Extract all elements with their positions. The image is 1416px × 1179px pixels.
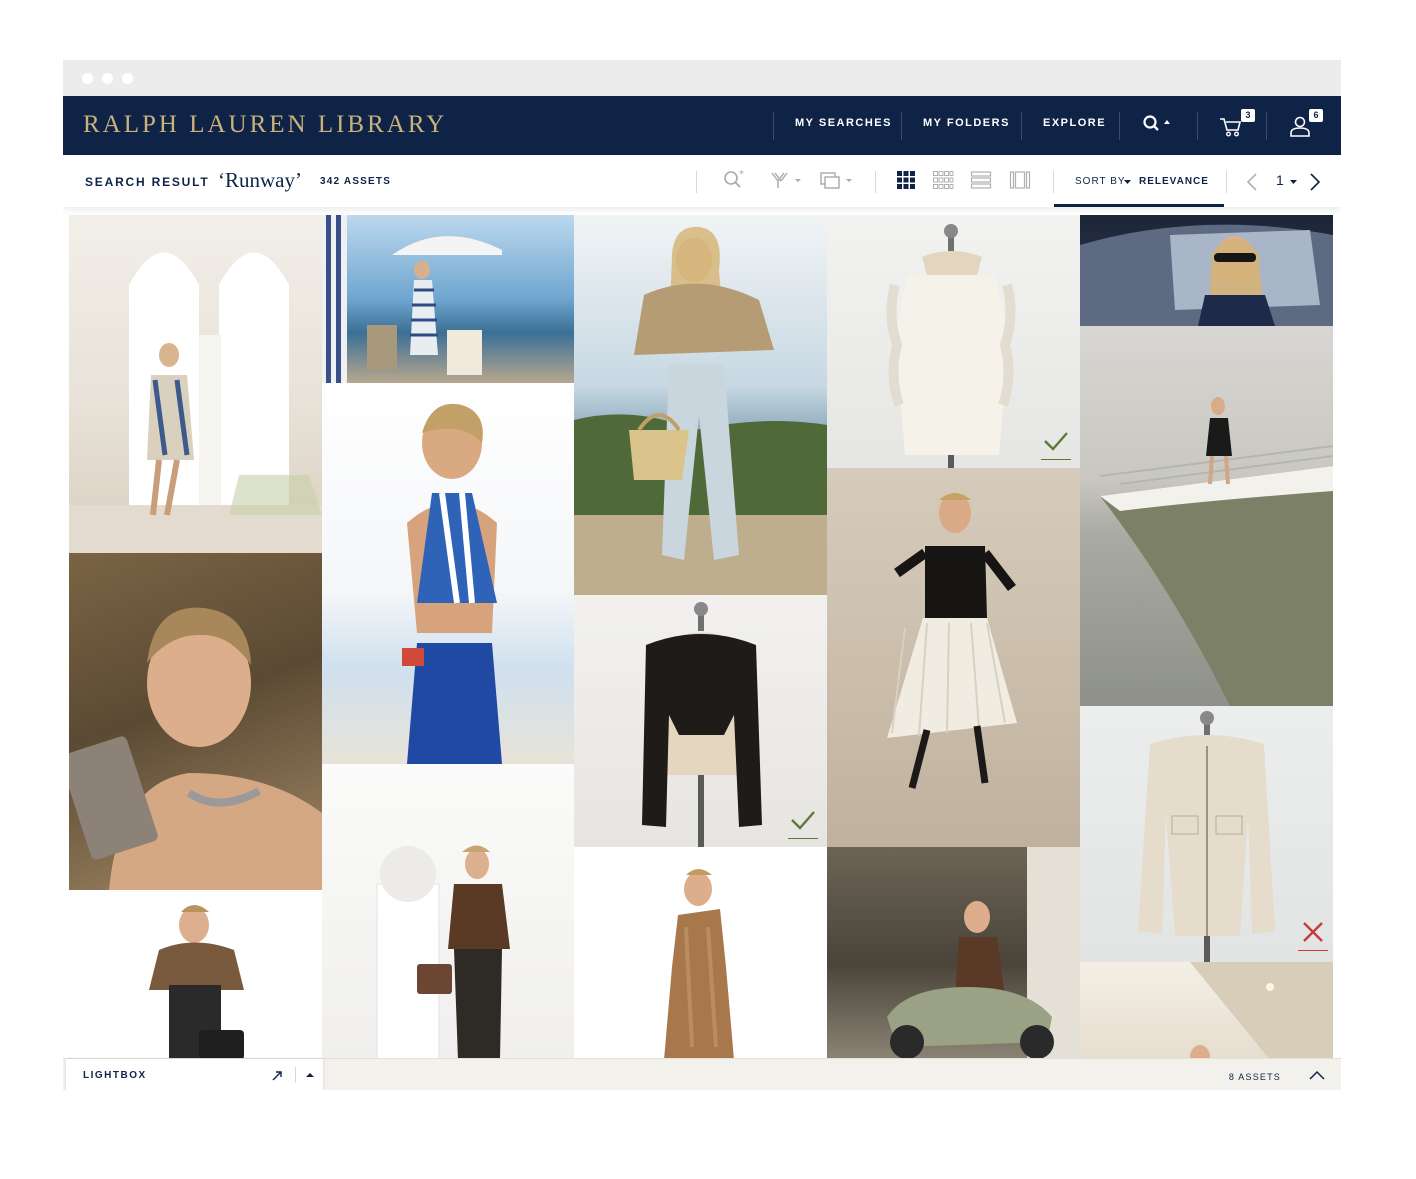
approved-underline (1041, 459, 1071, 460)
result-tile-fur-stole[interactable] (69, 890, 322, 1060)
result-tile-vespa-scooter[interactable] (827, 847, 1080, 1060)
toolbar-divider (696, 171, 697, 193)
scarf-halter-back-image (402, 403, 502, 764)
filter-icon[interactable] (771, 169, 803, 191)
account-button[interactable]: 6 (1289, 109, 1329, 140)
toolbar-divider (875, 171, 876, 193)
nav-divider (1021, 112, 1022, 140)
result-tile-knit-sweater-bag[interactable] (574, 215, 827, 595)
grid-small-view-icon[interactable] (932, 169, 954, 191)
grid-large-view-icon[interactable] (895, 169, 917, 191)
result-tile-black-jacket-dress-form[interactable] (574, 595, 827, 847)
minimize-window-button[interactable] (102, 73, 113, 84)
approved-check-icon[interactable] (788, 807, 818, 839)
list-view-icon[interactable] (970, 169, 992, 191)
lightbox-tab[interactable]: LIGHTBOX (66, 1059, 323, 1090)
vespa-scooter-image (887, 847, 1080, 1060)
sort-value[interactable]: RELEVANCE (1139, 176, 1209, 187)
search-menu-button[interactable] (1141, 113, 1175, 137)
fur-stole-image (149, 905, 244, 1060)
yacht-bow-image (1099, 397, 1333, 706)
satin-gown-image (664, 869, 734, 1060)
result-tile-scarf-halter-back[interactable] (322, 383, 574, 764)
result-tile-arches-woman[interactable] (69, 215, 322, 553)
nav-divider (1266, 112, 1267, 140)
result-tile-pleated-skirt[interactable] (827, 468, 1080, 847)
toolbar-divider (1053, 171, 1054, 193)
window-chrome (63, 60, 1341, 96)
lightbox-title: LIGHTBOX (83, 1070, 147, 1081)
open-external-icon[interactable] (271, 1070, 283, 1082)
rejected-underline (1298, 950, 1328, 951)
result-tile-car-sunglasses[interactable] (1080, 215, 1333, 326)
result-tile-ruffle-blouse[interactable] (827, 215, 1080, 468)
lightbox-divider (295, 1067, 296, 1083)
nav-explore[interactable]: EXPLORE (1043, 117, 1106, 129)
clutch-portrait-image (69, 607, 322, 890)
search-icon (1143, 115, 1170, 131)
maximize-window-button[interactable] (122, 73, 133, 84)
result-tile-leather-jacket[interactable] (322, 764, 574, 1060)
search-query: ‘Runway’ (218, 168, 302, 192)
nav-divider (1197, 112, 1198, 140)
nav-divider (1119, 112, 1120, 140)
cart-button[interactable]: 3 (1218, 109, 1258, 140)
result-tile-beach-cabana[interactable] (322, 215, 574, 383)
approved-check-icon[interactable] (1041, 428, 1071, 460)
car-sunglasses-image (1080, 224, 1333, 326)
next-page-icon[interactable] (1309, 172, 1321, 192)
batch-actions-icon[interactable] (820, 169, 854, 191)
nav-my-searches[interactable]: MY SEARCHES (795, 117, 892, 129)
beach-cabana-image (322, 215, 502, 383)
result-tile-ceiling-light[interactable] (1080, 962, 1333, 1060)
page-number[interactable]: 1 (1276, 172, 1284, 188)
sort-active-indicator (1054, 204, 1224, 207)
cream-jacket-dress-form-image (1138, 711, 1275, 962)
lightbox-bar: LIGHTBOX 8 ASSETS (63, 1058, 1341, 1090)
sort-dropdown-icon[interactable] (1124, 179, 1132, 185)
ceiling-light-image (1190, 962, 1333, 1060)
refine-search-icon[interactable]: * (723, 169, 749, 191)
browser-window: RALPH LAUREN LIBRARY MY SEARCHES MY FOLD… (63, 60, 1341, 1090)
leather-jacket-image (376, 845, 510, 1060)
result-tile-satin-gown[interactable] (574, 847, 827, 1060)
result-tile-cream-jacket-dress-form[interactable] (1080, 706, 1333, 962)
asset-count: 342 ASSETS (320, 176, 392, 187)
chevron-up-icon[interactable] (1309, 1070, 1325, 1080)
result-tile-clutch-portrait[interactable] (69, 553, 322, 890)
page-dropdown-icon[interactable] (1290, 179, 1298, 185)
results-toolbar: SEARCH RESULT ‘Runway’ 342 ASSETS * SORT… (63, 155, 1341, 207)
search-result-label: SEARCH RESULT (85, 175, 210, 189)
nav-my-folders[interactable]: MY FOLDERS (923, 117, 1010, 129)
single-view-icon[interactable] (1009, 169, 1031, 191)
brand-logo[interactable]: RALPH LAUREN LIBRARY (83, 111, 447, 139)
nav-divider (901, 112, 902, 140)
top-navigation: RALPH LAUREN LIBRARY MY SEARCHES MY FOLD… (63, 96, 1341, 155)
results-grid (69, 215, 1333, 1060)
close-window-button[interactable] (82, 73, 93, 84)
rejected-x-icon[interactable] (1298, 919, 1328, 951)
nav-divider (773, 112, 774, 140)
pleated-skirt-image (887, 493, 1017, 789)
account-count-badge: 6 (1309, 109, 1323, 122)
caret-up-icon[interactable] (306, 1072, 315, 1078)
knit-sweater-bag-image (574, 226, 827, 595)
result-tile-yacht-bow[interactable] (1080, 326, 1333, 706)
sort-by-label[interactable]: SORT BY (1075, 176, 1126, 187)
cart-count-badge: 3 (1241, 109, 1255, 122)
previous-page-icon[interactable] (1246, 172, 1258, 192)
approved-underline (788, 838, 818, 839)
lightbox-asset-count: 8 ASSETS (1228, 1072, 1281, 1082)
arches-woman-image (69, 252, 322, 553)
toolbar-divider (1226, 171, 1227, 193)
svg-text:*: * (739, 169, 744, 180)
